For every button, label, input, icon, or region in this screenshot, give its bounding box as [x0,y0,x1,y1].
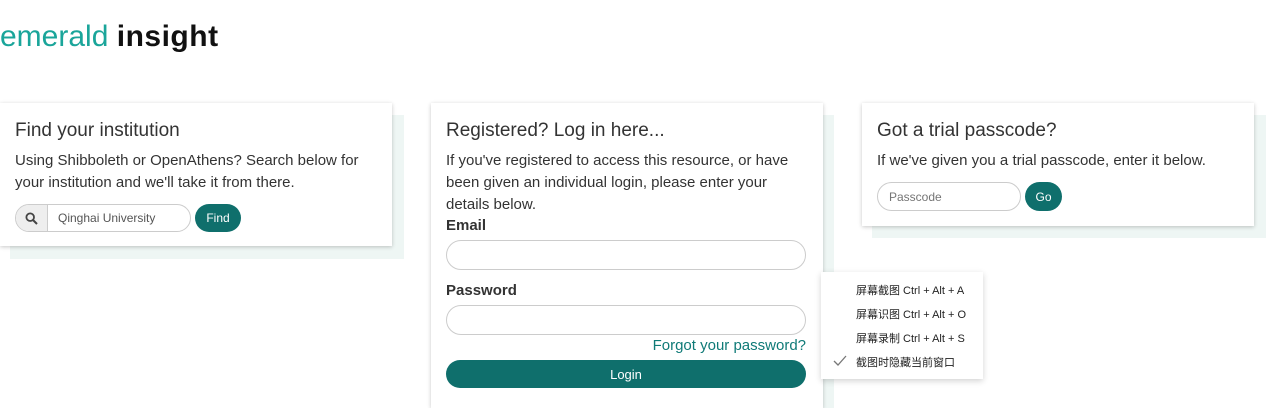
institution-search-input[interactable] [48,211,188,225]
password-field[interactable] [446,305,806,335]
logo-emerald-text: emerald [0,20,109,53]
password-label: Password [446,282,517,299]
trial-card: Got a trial passcode? If we've given you… [862,103,1254,226]
email-field[interactable] [446,240,806,270]
trial-title: Got a trial passcode? [877,120,1057,141]
institution-card: Find your institution Using Shibboleth o… [0,103,392,246]
menu-item-label: 屏幕录制 Ctrl + Alt + S [856,333,965,345]
menu-item-label: 截图时隐藏当前窗口 [856,357,955,369]
emerald-insight-logo[interactable]: emerald insight [0,20,219,54]
find-button[interactable]: Find [195,204,241,232]
login-description: If you've registered to access this reso… [446,152,789,213]
search-icon[interactable] [16,205,48,231]
institution-search-box [15,204,191,232]
login-card: Registered? Log in here... If you've reg… [431,103,823,408]
passcode-row: Go [877,182,1254,211]
checkmark-icon [833,355,847,370]
menu-item-hide-window[interactable]: 截图时隐藏当前窗口 [821,350,983,374]
menu-item-screen-recognize[interactable]: 屏幕识图 Ctrl + Alt + O [821,302,983,326]
institution-description: Using Shibboleth or OpenAthens? Search b… [15,152,359,191]
go-button[interactable]: Go [1025,182,1062,211]
trial-description: If we've given you a trial passcode, ent… [877,152,1206,169]
screenshot-context-menu: 屏幕截图 Ctrl + Alt + A 屏幕识图 Ctrl + Alt + O … [821,272,983,379]
menu-item-label: 屏幕截图 Ctrl + Alt + A [856,285,965,297]
menu-item-screenshot[interactable]: 屏幕截图 Ctrl + Alt + A [821,278,983,302]
logo-insight-text: insight [116,20,219,53]
forgot-password-link[interactable]: Forgot your password? [446,337,806,354]
menu-item-label: 屏幕识图 Ctrl + Alt + O [856,309,967,321]
institution-search-row: Find [15,204,392,232]
institution-title: Find your institution [15,120,180,141]
login-button[interactable]: Login [446,360,806,388]
menu-item-screen-record[interactable]: 屏幕录制 Ctrl + Alt + S [821,326,983,350]
passcode-input[interactable] [877,182,1021,211]
email-label: Email [446,217,487,234]
login-title: Registered? Log in here... [446,120,665,141]
